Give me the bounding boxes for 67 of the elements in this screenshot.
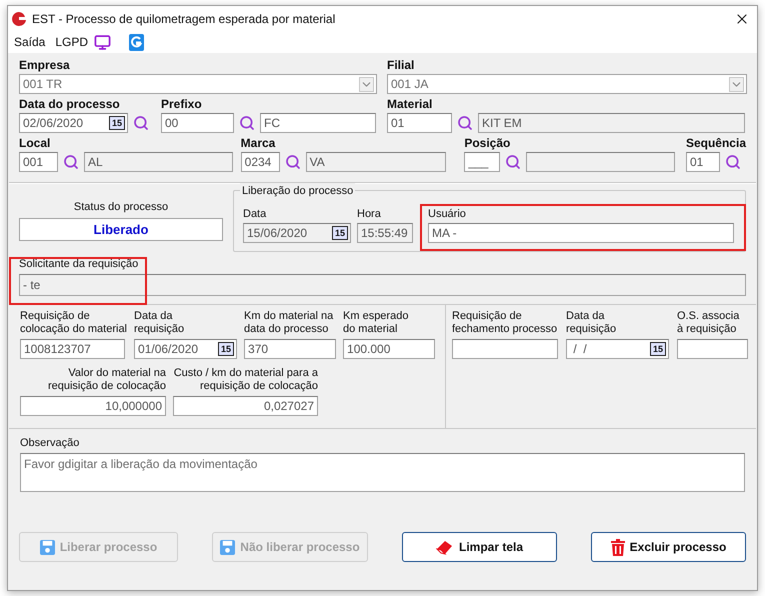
text-area[interactable]: Favor gdigitar a liberação da movimentação bbox=[20, 453, 745, 492]
dropdown-field[interactable]: 001 JA bbox=[387, 74, 747, 94]
field-label: O.S. associa à requisição bbox=[677, 310, 740, 336]
search-icon[interactable] bbox=[133, 115, 149, 131]
search-icon[interactable] bbox=[63, 154, 79, 170]
field-label: Km esperado do material bbox=[343, 310, 410, 336]
search-icon[interactable] bbox=[239, 115, 255, 131]
monitor-icon[interactable] bbox=[94, 34, 112, 50]
status-field: Liberado bbox=[19, 218, 223, 241]
field-label: Data da requisição bbox=[134, 310, 186, 336]
text-field[interactable]: 01 bbox=[686, 152, 720, 172]
field-label: Local bbox=[19, 137, 52, 150]
field-label: Observação bbox=[20, 437, 80, 450]
text-field[interactable]: 001 bbox=[19, 152, 58, 172]
field-label: Filial bbox=[387, 59, 416, 72]
search-icon[interactable] bbox=[724, 154, 741, 170]
text-field[interactable]: 02/06/2020 15 bbox=[19, 113, 128, 133]
field-label: Data bbox=[243, 208, 268, 221]
field-label: Data do processo bbox=[19, 98, 121, 111]
calendar-icon[interactable]: 15 bbox=[109, 116, 125, 130]
text-field[interactable]: 10,000000 bbox=[20, 396, 166, 416]
app-logo-icon[interactable] bbox=[129, 34, 144, 50]
action-button[interactable]: Limpar tela bbox=[402, 532, 557, 562]
text-field[interactable]: 01 bbox=[387, 113, 452, 133]
field-label: Material bbox=[387, 98, 434, 111]
text-field[interactable]: ___ bbox=[464, 152, 500, 172]
trash-icon bbox=[610, 538, 625, 556]
text-field[interactable]: MA - bbox=[428, 223, 734, 243]
field-label: Requisição de fechamento processo bbox=[452, 310, 558, 336]
field-label: Km do material na data do processo bbox=[244, 310, 334, 336]
eraser-icon bbox=[436, 539, 454, 555]
text-field[interactable]: 01/06/2020 15 bbox=[134, 339, 238, 359]
text-field[interactable]: 00 bbox=[161, 113, 234, 133]
field-label: Marca bbox=[240, 137, 276, 150]
field-label: Empresa bbox=[19, 59, 71, 72]
text-field[interactable]: 1008123707 bbox=[20, 339, 125, 359]
dropdown-field[interactable]: 001 TR bbox=[19, 74, 377, 94]
field-label: Custo / km do material para a requisição de colocação bbox=[174, 367, 318, 393]
text-field[interactable]: / / 15 bbox=[566, 339, 669, 359]
search-icon[interactable] bbox=[505, 154, 522, 170]
field-label: Status do processo bbox=[74, 201, 168, 214]
field-label: Hora bbox=[357, 208, 382, 221]
action-button[interactable]: Excluir processo bbox=[591, 532, 746, 562]
field-label: Prefixo bbox=[161, 98, 203, 111]
text-field[interactable]: FC bbox=[260, 113, 376, 133]
app-logo-icon bbox=[11, 10, 27, 26]
text-field[interactable]: 370 bbox=[244, 339, 336, 359]
field-label: Solicitante da requisição bbox=[19, 258, 140, 271]
field-label: Posição bbox=[464, 137, 512, 150]
field-label: Data da requisição bbox=[566, 310, 618, 336]
field-label: Usuário bbox=[428, 208, 467, 221]
field-label: Requisição de colocação do material bbox=[20, 310, 128, 336]
menu-item[interactable]: Saída bbox=[14, 33, 46, 51]
search-icon[interactable] bbox=[457, 115, 473, 131]
field-label: Valor do material na requisição de colocação bbox=[48, 367, 166, 393]
search-icon[interactable] bbox=[284, 154, 301, 170]
text-field[interactable]: 0234 bbox=[240, 152, 280, 172]
group-title: Liberação do processo bbox=[240, 183, 356, 200]
calendar-icon[interactable]: 15 bbox=[218, 342, 234, 356]
text-field[interactable] bbox=[677, 339, 748, 359]
text-field[interactable]: 0,027027 bbox=[173, 396, 318, 416]
calendar-icon[interactable]: 15 bbox=[650, 342, 666, 356]
window-title: EST - Processo de quilometragem esperada por material bbox=[32, 10, 336, 28]
text-field[interactable]: 100.000 bbox=[343, 339, 436, 359]
menu-item[interactable]: LGPD bbox=[55, 33, 88, 51]
text-field[interactable] bbox=[452, 339, 558, 359]
field-label: Sequência bbox=[686, 137, 746, 150]
